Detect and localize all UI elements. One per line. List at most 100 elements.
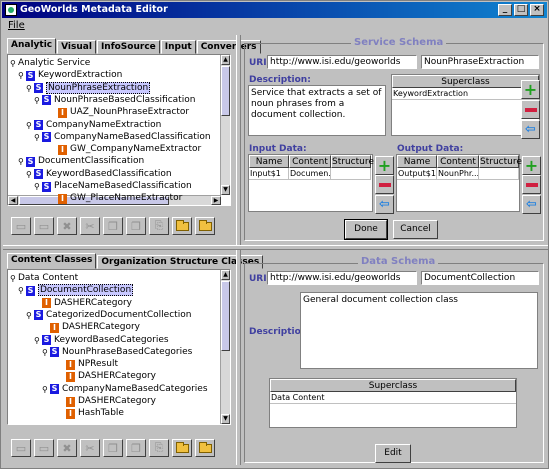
- scroll-down-arrow[interactable]: ▼: [221, 185, 230, 195]
- done-button[interactable]: Done: [344, 219, 388, 240]
- cut-icon[interactable]: ✂: [80, 439, 100, 457]
- service-description-field[interactable]: Service that extracts a set of noun phra…: [248, 85, 386, 136]
- data-superclass-header[interactable]: Superclass: [270, 379, 516, 392]
- scroll-thumb[interactable]: [221, 281, 230, 351]
- tree-node[interactable]: ⚲ S CompanyNameBasedCategories: [42, 383, 208, 396]
- table-cell[interactable]: Documen...: [289, 168, 331, 180]
- tree-node[interactable]: ⚲ S CategorizedDocumentCollection: [26, 309, 191, 322]
- remove-superclass-button[interactable]: [521, 100, 540, 119]
- open-folder-icon[interactable]: [172, 217, 192, 235]
- new-instance-icon[interactable]: ▭: [34, 217, 54, 235]
- expand-handle-icon[interactable]: ⚲: [26, 168, 34, 181]
- import-icon[interactable]: ⎘: [149, 217, 169, 235]
- expand-handle-icon[interactable]: ⚲: [34, 180, 42, 193]
- tree-node[interactable]: ⚲ S DocumentCollection: [18, 284, 134, 297]
- cancel-button[interactable]: Cancel: [393, 220, 438, 239]
- tab-visual[interactable]: Visual: [57, 40, 96, 54]
- tree-node[interactable]: ⚲ Data Content: [10, 272, 78, 285]
- add-output-button[interactable]: +: [522, 156, 541, 175]
- vertical-splitter[interactable]: [236, 35, 241, 465]
- class-tree-vscroll[interactable]: ▲ ▼: [220, 270, 230, 424]
- add-input-button[interactable]: +: [375, 156, 394, 175]
- edit-button[interactable]: Edit: [375, 444, 411, 463]
- add-superclass-button[interactable]: +: [521, 80, 540, 99]
- expand-handle-icon[interactable]: ⚲: [34, 94, 42, 107]
- scroll-thumb[interactable]: [221, 66, 230, 116]
- tree-node[interactable]: I GW_PlaceNameExtractor: [50, 192, 182, 205]
- expand-handle-icon[interactable]: ⚲: [18, 284, 26, 297]
- expand-handle-icon[interactable]: ⚲: [34, 131, 42, 144]
- tree-node[interactable]: ⚲ S KeywordBasedClassification: [26, 168, 172, 181]
- expand-handle-icon[interactable]: ⚲: [10, 57, 18, 70]
- tree-node[interactable]: I UAZ_NounPhraseExtractor: [50, 106, 189, 119]
- delete-icon[interactable]: ✖: [57, 439, 77, 457]
- copy-icon[interactable]: ❐: [103, 217, 123, 235]
- tree-node[interactable]: I DASHERCategory: [42, 321, 140, 334]
- service-uri-field[interactable]: http://www.isi.edu/geoworlds: [267, 55, 417, 69]
- tree-node[interactable]: ⚲ S NounPhraseExtraction: [26, 81, 151, 95]
- close-button[interactable]: ×: [530, 4, 544, 16]
- superclass-cell[interactable]: KeywordExtraction: [392, 88, 539, 100]
- table-cell[interactable]: Output$1: [397, 168, 437, 180]
- remove-output-button[interactable]: [522, 175, 541, 194]
- tree-node[interactable]: ⚲ S PlaceNameBasedClassification: [34, 180, 192, 193]
- expand-handle-icon[interactable]: ⚲: [26, 309, 34, 322]
- column-header-name[interactable]: Name: [397, 155, 437, 168]
- column-header-structure[interactable]: Structure: [331, 155, 374, 168]
- service-tree-vscroll[interactable]: ▲ ▼: [220, 55, 230, 195]
- column-header-name[interactable]: Name: [249, 155, 289, 168]
- tree-node[interactable]: ⚲ S KeywordBasedCategories: [34, 334, 169, 347]
- tree-node[interactable]: ⚲ S CompanyNameExtraction: [26, 119, 161, 132]
- expand-handle-icon[interactable]: ⚲: [42, 346, 50, 359]
- tree-node[interactable]: I HashTable: [58, 407, 124, 420]
- save-folder-icon[interactable]: [195, 439, 215, 457]
- import-icon[interactable]: ⎘: [149, 439, 169, 457]
- superclass-header[interactable]: Superclass: [392, 75, 539, 88]
- remove-input-button[interactable]: [375, 175, 394, 194]
- assign-superclass-button[interactable]: ⇦: [521, 120, 540, 139]
- data-superclass-cell[interactable]: Data Content: [270, 392, 516, 404]
- expand-handle-icon[interactable]: ⚲: [18, 69, 26, 82]
- new-icon[interactable]: ▭: [11, 217, 31, 235]
- tree-node[interactable]: ⚲ S DocumentClassification: [18, 155, 144, 168]
- column-header-content[interactable]: Content: [289, 155, 331, 168]
- table-cell[interactable]: Input$1: [249, 168, 289, 180]
- copy-icon[interactable]: ❐: [103, 439, 123, 457]
- expand-handle-icon[interactable]: ⚲: [26, 82, 34, 95]
- expand-handle-icon[interactable]: ⚲: [26, 119, 34, 132]
- tab-infosource[interactable]: InfoSource: [96, 40, 160, 54]
- tree-node[interactable]: I NPResult: [58, 358, 118, 371]
- expand-handle-icon[interactable]: ⚲: [18, 155, 26, 168]
- tree-node[interactable]: ⚲ S KeywordExtraction: [18, 69, 122, 82]
- expand-handle-icon[interactable]: ⚲: [42, 383, 50, 396]
- data-description-field[interactable]: General document collection class: [300, 292, 538, 369]
- service-name-field[interactable]: NounPhraseExtraction: [421, 55, 539, 69]
- horizontal-splitter[interactable]: [3, 245, 548, 250]
- data-name-field[interactable]: DocumentCollection: [421, 271, 539, 285]
- tree-node[interactable]: ⚲ Analytic Service: [10, 57, 90, 70]
- scroll-down-arrow[interactable]: ▼: [221, 414, 230, 424]
- column-header-content[interactable]: Content: [437, 155, 479, 168]
- paste-icon[interactable]: ❐: [126, 439, 146, 457]
- expand-handle-icon[interactable]: ⚲: [10, 272, 18, 285]
- tree-node[interactable]: ⚲ S CompanyNameBasedClassification: [34, 131, 211, 144]
- assign-output-button[interactable]: ⇦: [522, 195, 541, 214]
- scroll-up-arrow[interactable]: ▲: [221, 270, 230, 280]
- tab-analytic[interactable]: Analytic: [7, 38, 57, 54]
- maximize-button[interactable]: □: [514, 4, 528, 16]
- tab-content-classes[interactable]: Content Classes: [7, 253, 97, 269]
- scroll-left-arrow[interactable]: ◀: [8, 196, 18, 205]
- assign-input-button[interactable]: ⇦: [375, 195, 394, 214]
- tree-node[interactable]: I DASHERCategory: [58, 395, 156, 408]
- data-uri-field[interactable]: http://www.isi.edu/geoworlds: [267, 271, 417, 285]
- table-cell[interactable]: NounPhr...: [437, 168, 479, 180]
- new-icon[interactable]: ▭: [11, 439, 31, 457]
- table-cell[interactable]: [331, 168, 371, 180]
- tab-input[interactable]: Input: [160, 40, 196, 54]
- expand-handle-icon[interactable]: ⚲: [34, 334, 42, 347]
- delete-icon[interactable]: ✖: [57, 217, 77, 235]
- cut-icon[interactable]: ✂: [80, 217, 100, 235]
- tree-node[interactable]: I GW_CompanyNameExtractor: [50, 143, 201, 156]
- tree-node[interactable]: I DASHERCategory: [58, 370, 156, 383]
- save-folder-icon[interactable]: [195, 217, 215, 235]
